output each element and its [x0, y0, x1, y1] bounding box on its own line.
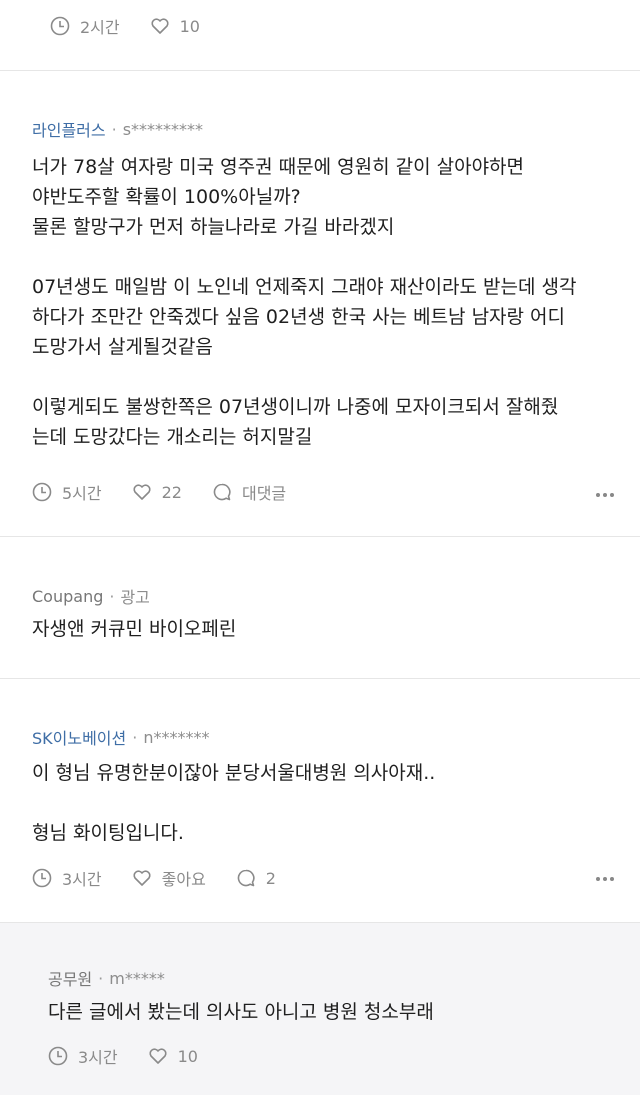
comment-meta: 3시간 좋아요 2 [32, 866, 306, 890]
author-name[interactable]: SK이노베이션 [32, 725, 126, 749]
reply-button[interactable]: 대댓글 [212, 480, 286, 504]
reply-body: 다른 글에서 봤는데 의사도 아니고 병원 청소부래 [48, 1001, 434, 1023]
time-stamp: 3시간 [32, 866, 102, 890]
like-button[interactable]: 좋아요 [132, 866, 206, 890]
user-id: s********* [122, 119, 204, 139]
divider [0, 536, 640, 537]
more-options-button[interactable] [596, 876, 614, 882]
comment-line: 야반도주할 확률이 100%아닐까? [32, 186, 301, 208]
comment-body: 이 형님 유명한분이잖아 분당서울대병원 의사아재.. 형님 화이팅입니다. [32, 758, 622, 848]
time-label: 5시간 [62, 484, 102, 503]
like-label: 좋아요 [161, 870, 206, 889]
divider [0, 922, 640, 923]
time-label: 3시간 [78, 1048, 118, 1067]
comment-line: 07년생도 매일밤 이 노인네 언제죽지 그래야 재산이라도 받는데 생각 [32, 276, 577, 298]
reply-author-line: 공무원 · m***** [48, 966, 165, 990]
more-dots-icon [596, 877, 600, 881]
ad-label: 광고 [120, 588, 150, 607]
like-count: 22 [161, 482, 182, 502]
comment-line: 형님 화이팅입니다. [32, 822, 184, 844]
heart-icon [151, 18, 169, 34]
separator: · [111, 119, 117, 139]
comment-author-line: SK이노베이션 · n******* [32, 725, 209, 749]
separator: · [109, 586, 115, 606]
like-count: 10 [179, 16, 200, 36]
comment-line: 는데 도망갔다는 개소리는 허지말길 [32, 426, 313, 448]
user-id: n******* [143, 727, 210, 747]
time-label: 2시간 [80, 18, 120, 37]
like-count: 10 [177, 1046, 198, 1066]
comment-bubble-icon [237, 869, 255, 887]
divider [0, 678, 640, 679]
reply-button[interactable]: 2 [236, 868, 276, 888]
comment-line: 이 형님 유명한분이잖아 분당서울대병원 의사아재.. [32, 762, 436, 784]
comment-body: 너가 78살 여자랑 미국 영주권 때문에 영원히 같이 살아야하면 야반도주할… [32, 152, 622, 452]
like-button[interactable]: 10 [150, 16, 200, 36]
user-id: m***** [109, 968, 165, 988]
reply-count: 2 [265, 868, 276, 888]
more-dot [610, 877, 614, 881]
author-name[interactable]: 라인플러스 [32, 117, 106, 141]
heart-icon [133, 870, 151, 886]
separator: · [98, 968, 104, 988]
more-dot [610, 493, 614, 497]
comment-author-line: 라인플러스 · s********* [32, 117, 203, 141]
heart-icon [149, 1048, 167, 1064]
separator: · [132, 727, 138, 747]
comment-line: 물론 할망구가 먼저 하늘나라로 가길 바라겠지 [32, 216, 395, 238]
comment-line: 도망가서 살게될것같음 [32, 336, 213, 358]
reply-meta: 3시간 10 [48, 1044, 228, 1068]
like-button[interactable]: 22 [132, 482, 182, 502]
time-stamp: 5시간 [32, 480, 102, 504]
ad-header: Coupang · 광고 [32, 584, 150, 608]
divider [0, 70, 640, 71]
clock-icon [32, 868, 52, 888]
ad-text[interactable]: 자생앤 커큐민 바이오페린 [32, 614, 622, 644]
clock-icon [48, 1046, 68, 1066]
comment-meta: 5시간 22 대댓글 [32, 480, 316, 504]
advertiser-name[interactable]: Coupang [32, 587, 103, 606]
more-dot [603, 493, 607, 497]
more-dot [603, 877, 607, 881]
more-dots-icon [596, 493, 600, 497]
reply-label: 대댓글 [241, 484, 287, 503]
comment-line: 하다가 조만간 안죽겠다 싶음 02년생 한국 사는 베트남 남자랑 어디 [32, 306, 566, 328]
time-stamp: 2시간 [50, 14, 120, 38]
like-button[interactable]: 10 [148, 1046, 198, 1066]
clock-icon [50, 16, 70, 36]
comment-bubble-icon [213, 483, 231, 501]
top-comment-meta: 2시간 10 [50, 14, 230, 38]
time-stamp: 3시간 [48, 1044, 118, 1068]
time-label: 3시간 [62, 870, 102, 889]
heart-icon [133, 484, 151, 500]
author-name[interactable]: 공무원 [48, 966, 92, 990]
clock-icon [32, 482, 52, 502]
more-options-button[interactable] [596, 492, 614, 498]
comment-line: 이렇게되도 불쌍한쪽은 07년생이니까 나중에 모자이크되서 잘해줬 [32, 396, 559, 418]
comment-line: 너가 78살 여자랑 미국 영주권 때문에 영원히 같이 살아야하면 [32, 156, 525, 178]
